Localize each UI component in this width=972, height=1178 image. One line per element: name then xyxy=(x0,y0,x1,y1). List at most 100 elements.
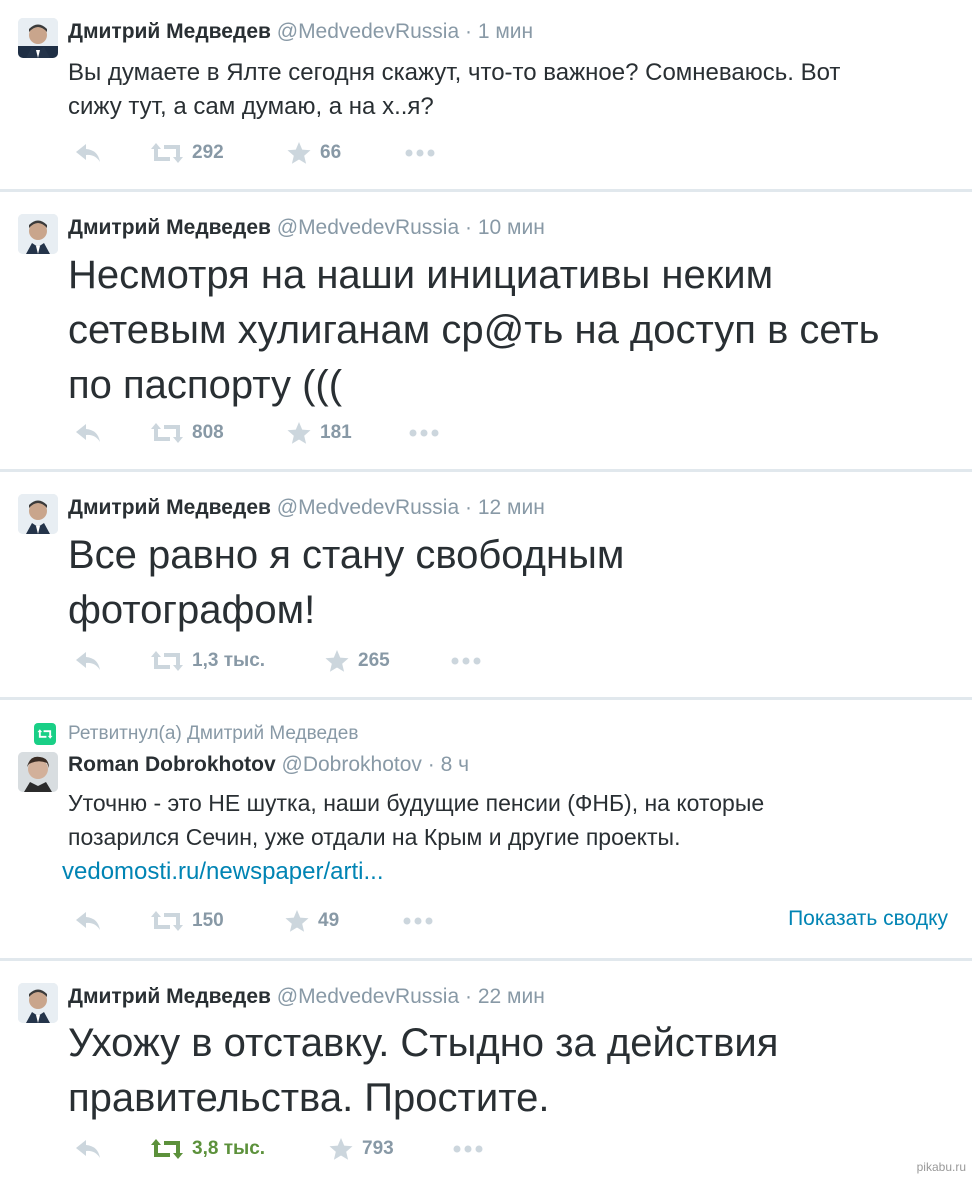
reply-button[interactable] xyxy=(74,418,102,448)
avatar[interactable] xyxy=(18,983,58,1023)
favorite-button[interactable]: 265 xyxy=(324,646,390,676)
avatar[interactable] xyxy=(18,214,58,254)
more-button[interactable] xyxy=(450,646,482,676)
separator-dot: · xyxy=(427,753,435,776)
more-dots-icon xyxy=(402,916,434,926)
more-dots-icon xyxy=(452,1144,484,1154)
tweet-text-line: по паспорту ((( xyxy=(68,363,343,407)
separator-dot: · xyxy=(465,20,472,43)
tweet-text-line: правительства. Простите. xyxy=(68,1076,550,1120)
reply-icon xyxy=(74,142,102,164)
favorite-button[interactable]: 49 xyxy=(284,906,339,936)
author-handle[interactable]: @MedvedevRussia xyxy=(277,216,459,239)
retweet-icon xyxy=(150,909,184,933)
tweet-text: Вы думаете в Ялте сегодня скажут, что-то… xyxy=(68,56,840,124)
tweet-timestamp[interactable]: 12 мин xyxy=(478,496,545,519)
tweet-text-line: Ухожу в отставку. Стыдно за действия xyxy=(68,1021,779,1065)
star-icon xyxy=(286,141,312,165)
tweet-text-line: сижу тут, а сам думаю, а на х..я? xyxy=(68,93,434,120)
more-dots-icon xyxy=(408,428,440,438)
tweet-text-line: сетевым хулиганам ср@ть на доступ в сеть xyxy=(68,308,880,352)
tweet-timestamp[interactable]: 8 ч xyxy=(441,753,469,776)
avatar[interactable] xyxy=(18,752,58,792)
tweet-actions: 808 181 xyxy=(68,418,948,448)
author-name[interactable]: Дмитрий Медведев xyxy=(68,496,271,519)
author-name[interactable]: Дмитрий Медведев xyxy=(68,985,271,1008)
tweet-text: Все равно я стану свободным фотографом! xyxy=(68,528,624,638)
reply-button[interactable] xyxy=(74,906,102,936)
more-button[interactable] xyxy=(404,138,436,168)
tweet-text: Ухожу в отставку. Стыдно за действия пра… xyxy=(68,1016,778,1126)
author-name[interactable]: Roman Dobrokhotov xyxy=(68,753,276,776)
retweet-count: 3,8 тыс. xyxy=(192,1138,266,1159)
star-icon xyxy=(328,1137,354,1161)
retweet-button[interactable]: 150 xyxy=(150,906,224,936)
retweet-button[interactable]: 808 xyxy=(150,418,224,448)
retweet-icon xyxy=(150,141,184,165)
more-button[interactable] xyxy=(402,906,434,936)
retweet-button[interactable]: 292 xyxy=(150,138,224,168)
author-handle[interactable]: @MedvedevRussia xyxy=(277,20,459,43)
reply-button[interactable] xyxy=(74,1134,102,1164)
tweet-timestamp[interactable]: 10 мин xyxy=(478,216,545,239)
separator-dot: · xyxy=(465,985,472,1008)
show-summary-link[interactable]: Показать сводку xyxy=(788,907,948,931)
favorite-count: 181 xyxy=(320,422,352,443)
tweet-divider xyxy=(0,189,972,192)
retweet-count: 1,3 тыс. xyxy=(192,650,266,671)
favorite-count: 793 xyxy=(362,1138,394,1159)
separator-dot: · xyxy=(465,216,472,239)
favorite-count: 265 xyxy=(358,650,390,671)
favorite-count: 66 xyxy=(320,142,342,163)
reply-button[interactable] xyxy=(74,646,102,676)
tweet-divider xyxy=(0,697,972,700)
retweet-context-text[interactable]: Ретвитнул(а) Дмитрий Медведев xyxy=(68,723,358,745)
author-handle[interactable]: @Dobrokhotov xyxy=(282,753,422,776)
tweet-text: Несмотря на наши инициативы неким сетевы… xyxy=(68,248,880,413)
more-button[interactable] xyxy=(452,1134,484,1164)
tweet-text-line: Несмотря на наши инициативы неким xyxy=(68,253,774,297)
author-handle[interactable]: @MedvedevRussia xyxy=(277,496,459,519)
reply-icon xyxy=(74,422,102,444)
avatar[interactable] xyxy=(18,494,58,534)
more-button[interactable] xyxy=(408,418,440,448)
retweet-icon xyxy=(150,1137,184,1161)
author-name[interactable]: Дмитрий Медведев xyxy=(68,20,271,43)
star-icon xyxy=(324,649,350,673)
tweet-text: Уточню - это НЕ шутка, наши будущие пенс… xyxy=(68,786,764,854)
more-dots-icon xyxy=(450,656,482,666)
tweet-text-line: фотографом! xyxy=(68,588,316,632)
tweet-actions: 292 66 xyxy=(68,138,948,168)
more-dots-icon xyxy=(404,148,436,158)
tweet-divider xyxy=(0,469,972,472)
retweet-count: 292 xyxy=(192,142,224,163)
retweet-button-active[interactable]: 3,8 тыс. xyxy=(150,1134,265,1164)
tweet-text-line: позарился Сечин, уже отдали на Крым и др… xyxy=(68,824,681,850)
retweet-icon xyxy=(150,649,184,673)
retweet-count: 150 xyxy=(192,910,224,931)
reply-button[interactable] xyxy=(74,138,102,168)
tweet-text-line: Вы думаете в Ялте сегодня скажут, что-то… xyxy=(68,59,841,86)
retweet-button[interactable]: 1,3 тыс. xyxy=(150,646,265,676)
retweet-icon xyxy=(150,421,184,445)
reply-icon xyxy=(74,910,102,932)
favorite-button[interactable]: 793 xyxy=(328,1134,394,1164)
favorite-button[interactable]: 66 xyxy=(286,138,341,168)
retweet-context-icon xyxy=(34,723,56,745)
retweet-context: Ретвитнул(а) Дмитрий Медведев xyxy=(34,723,358,745)
author-name[interactable]: Дмитрий Медведев xyxy=(68,216,271,239)
separator-dot: · xyxy=(465,496,472,519)
article-link[interactable]: vedomosti.ru/newspaper/arti... xyxy=(62,858,383,886)
star-icon xyxy=(286,421,312,445)
reply-icon xyxy=(74,1138,102,1160)
tweet-text-line: Все равно я стану свободным xyxy=(68,533,625,577)
favorite-button[interactable]: 181 xyxy=(286,418,352,448)
avatar[interactable] xyxy=(18,18,58,58)
author-handle[interactable]: @MedvedevRussia xyxy=(277,985,459,1008)
tweet-timestamp[interactable]: 1 мин xyxy=(478,20,533,43)
tweet-divider xyxy=(0,958,972,961)
retweet-count: 808 xyxy=(192,422,224,443)
favorite-count: 49 xyxy=(318,910,340,931)
tweet-timestamp[interactable]: 22 мин xyxy=(478,985,545,1008)
star-icon xyxy=(284,909,310,933)
